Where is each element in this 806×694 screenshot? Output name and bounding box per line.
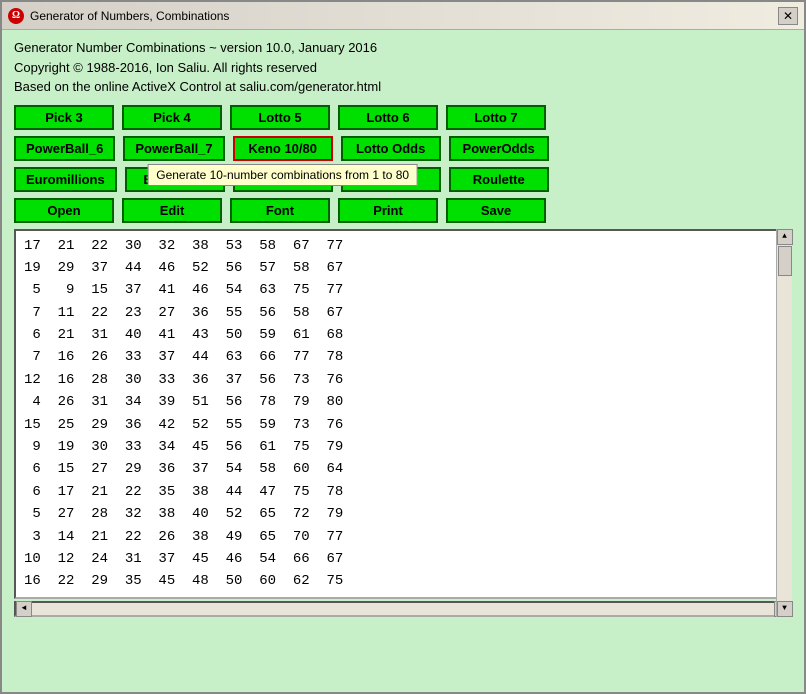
scroll-track-horizontal <box>32 603 774 615</box>
scroll-down-arrow[interactable]: ▼ <box>777 601 793 617</box>
euroodds-button[interactable]: EuroOdds <box>125 167 225 192</box>
keno-container: Keno 10/80 Generate 10-number combinatio… <box>233 136 333 161</box>
data-area[interactable]: 17 21 22 30 32 38 53 58 67 77 19 29 37 4… <box>16 231 774 597</box>
print-button[interactable]: Print <box>338 198 438 223</box>
omega-icon: Ω <box>8 8 24 24</box>
euromillions-button[interactable]: Euromillions <box>14 167 117 192</box>
save-button[interactable]: Save <box>446 198 546 223</box>
data-section: 17 21 22 30 32 38 53 58 67 77 19 29 37 4… <box>14 229 792 617</box>
header-line1: Generator Number Combinations ~ version … <box>14 38 792 58</box>
scroll-up-arrow[interactable]: ▲ <box>777 229 793 245</box>
scroll-track-vertical <box>777 245 792 601</box>
lotto7-button[interactable]: Lotto 7 <box>446 105 546 130</box>
title-bar-left: Ω Generator of Numbers, Combinations <box>8 8 229 24</box>
lotto5-button[interactable]: Lotto 5 <box>230 105 330 130</box>
header-line2: Copyright © 1988-2016, Ion Saliu. All ri… <box>14 58 792 78</box>
scroll-thumb-vertical[interactable] <box>778 246 792 276</box>
open-button[interactable]: Open <box>14 198 114 223</box>
title-bar: Ω Generator of Numbers, Combinations ✕ <box>2 2 804 30</box>
horses-button[interactable]: Horses <box>341 167 441 192</box>
powerodds-button[interactable]: PowerOdds <box>449 136 549 161</box>
powerball6-button[interactable]: PowerBall_6 <box>14 136 115 161</box>
pick4-button[interactable]: Pick 4 <box>122 105 222 130</box>
powerball7-button[interactable]: PowerBall_7 <box>123 136 224 161</box>
roulette-button[interactable]: Roulette <box>449 167 549 192</box>
keno-button[interactable]: Keno 10/80 <box>233 136 333 161</box>
button-row-4: Open Edit Font Print Save <box>14 198 792 223</box>
button-row-3: Euromillions EuroOdds U.S. Pat. Horses R… <box>14 167 792 192</box>
uspat-button[interactable]: U.S. Pat. <box>233 167 333 192</box>
lotto6-button[interactable]: Lotto 6 <box>338 105 438 130</box>
main-content: Generator Number Combinations ~ version … <box>2 30 804 621</box>
horizontal-scrollbar: ◄ ► <box>14 601 792 617</box>
title-text: Generator of Numbers, Combinations <box>30 9 229 23</box>
lotto-odds-button[interactable]: Lotto Odds <box>341 136 441 161</box>
scroll-left-arrow[interactable]: ◄ <box>16 601 32 617</box>
header-info: Generator Number Combinations ~ version … <box>14 38 792 97</box>
pick3-button[interactable]: Pick 3 <box>14 105 114 130</box>
close-button[interactable]: ✕ <box>778 7 798 25</box>
button-row-1: Pick 3 Pick 4 Lotto 5 Lotto 6 Lotto 7 <box>14 105 792 130</box>
font-button[interactable]: Font <box>230 198 330 223</box>
edit-button[interactable]: Edit <box>122 198 222 223</box>
data-wrapper: 17 21 22 30 32 38 53 58 67 77 19 29 37 4… <box>14 229 792 599</box>
button-row-2: PowerBall_6 PowerBall_7 Keno 10/80 Gener… <box>14 136 792 161</box>
header-line3: Based on the online ActiveX Control at s… <box>14 77 792 97</box>
vertical-scrollbar[interactable]: ▲ ▼ <box>776 229 792 617</box>
